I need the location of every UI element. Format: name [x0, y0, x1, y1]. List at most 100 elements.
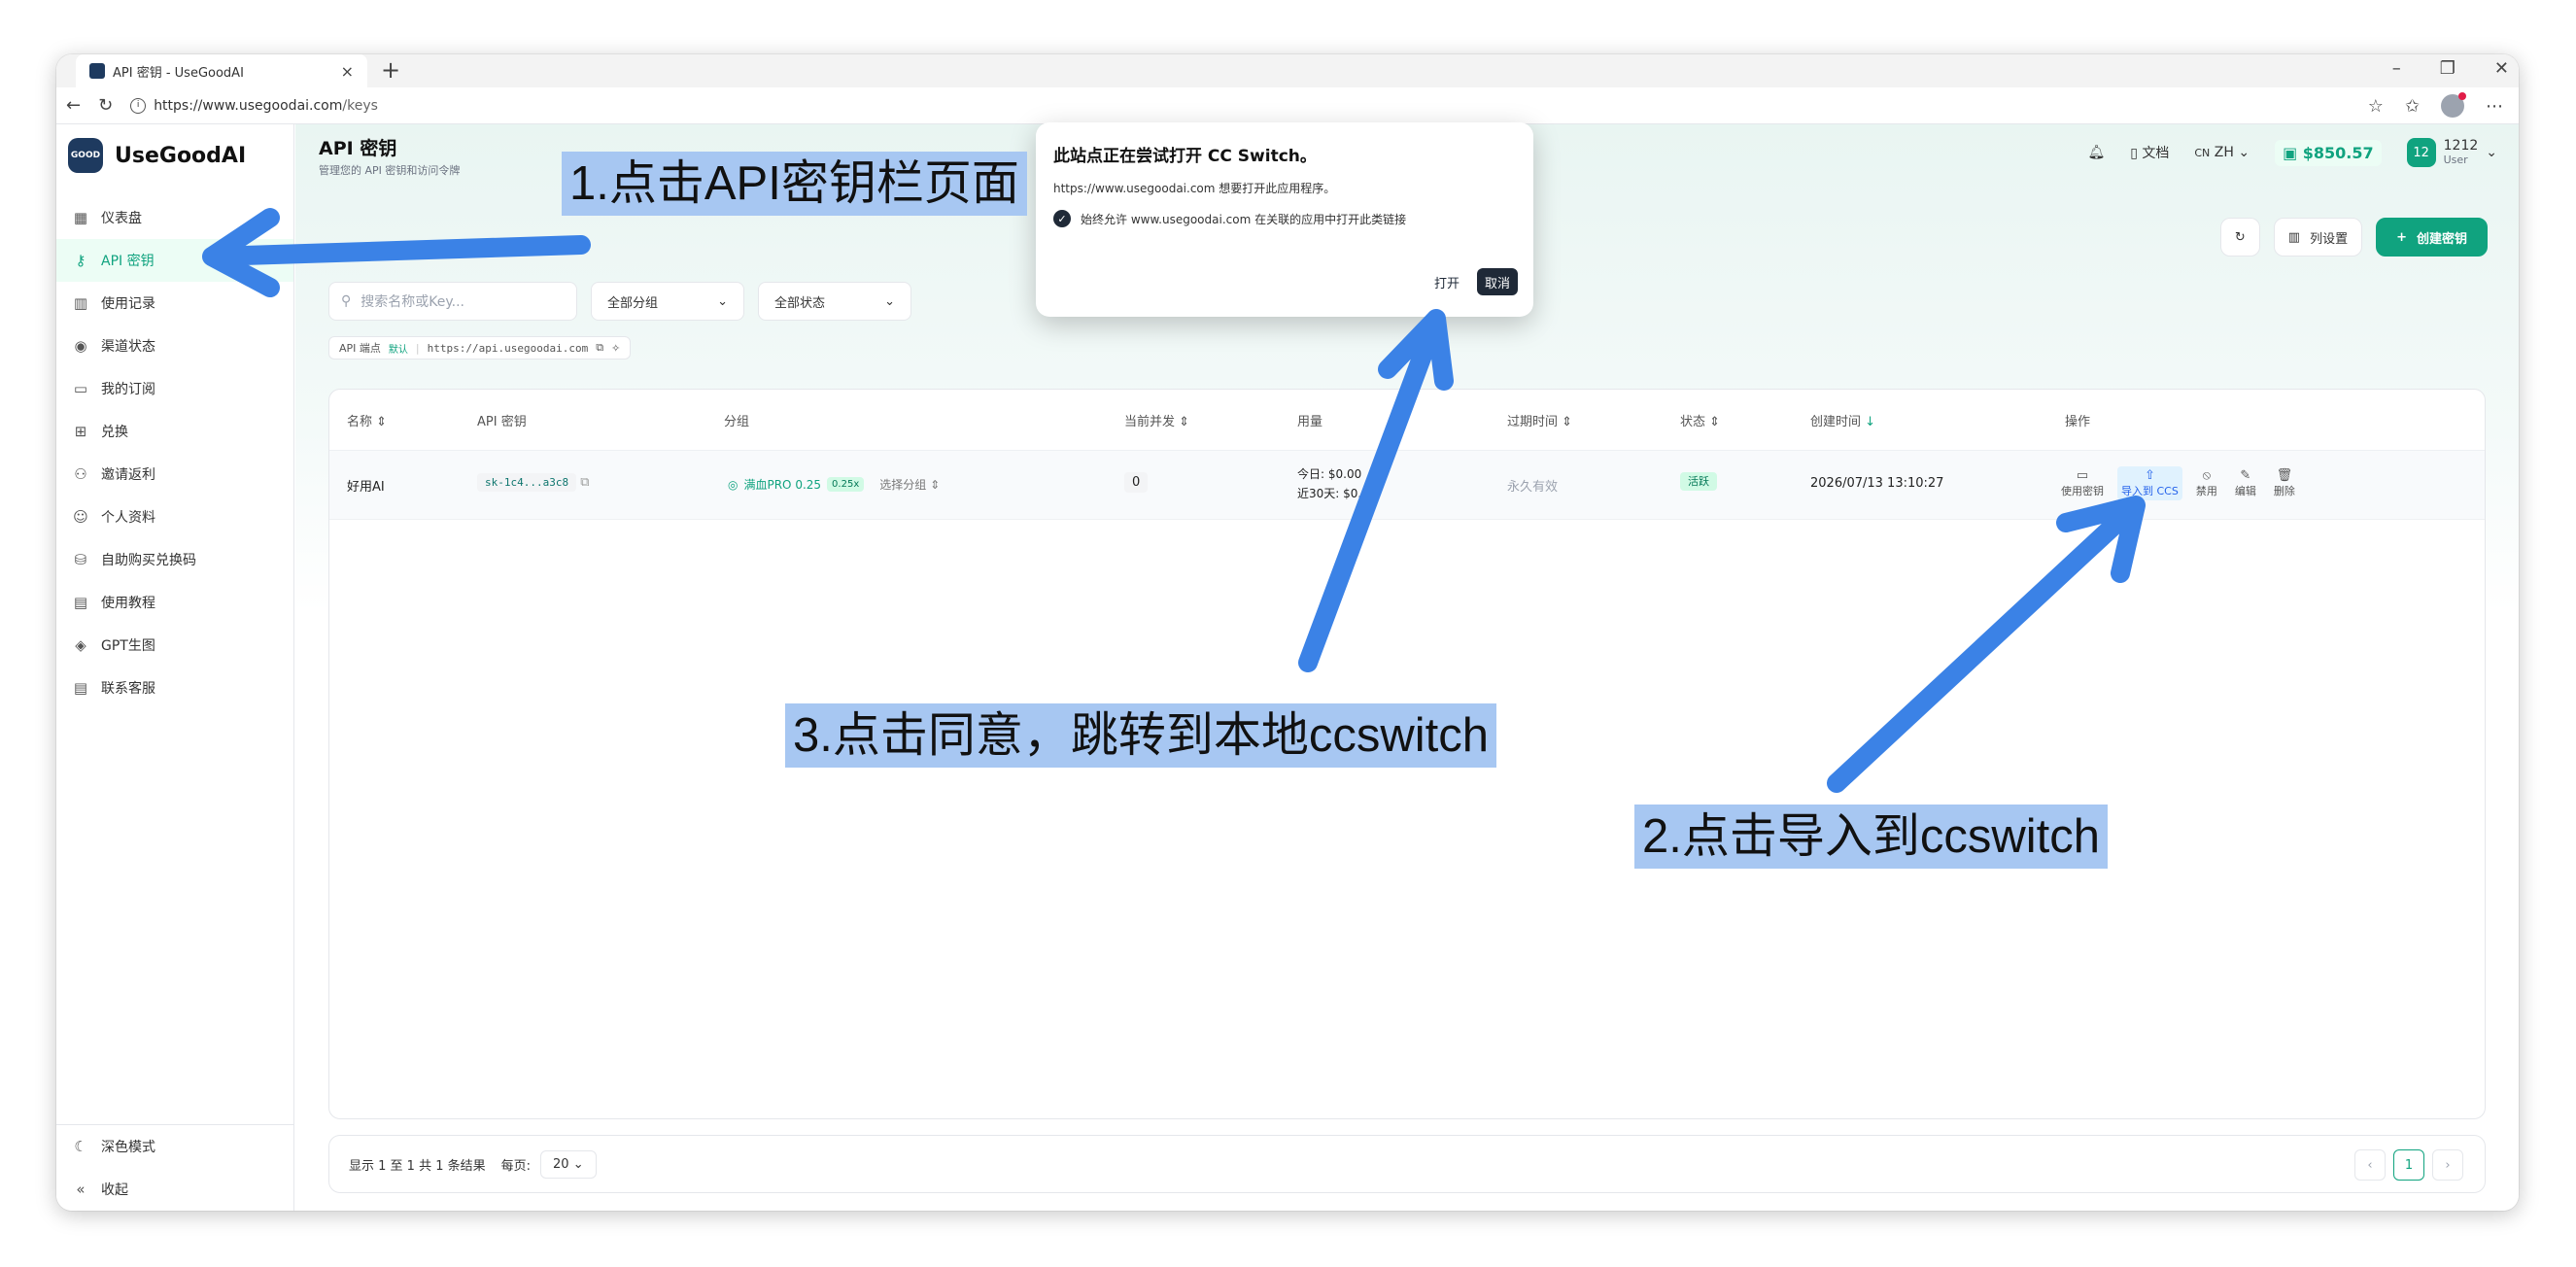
sidebar-item-subscription[interactable]: ▭ 我的订阅 — [56, 367, 293, 410]
group-filter-select[interactable]: 全部分组 ⌄ — [591, 282, 744, 321]
endpoint-label: API 端点 — [339, 342, 381, 355]
minimize-icon[interactable]: – — [2392, 58, 2401, 79]
search-placeholder: 搜索名称或Key... — [361, 294, 465, 310]
per-page-value: 20 — [553, 1156, 569, 1172]
sidebar-item-channel-status[interactable]: ◉ 渠道状态 — [56, 325, 293, 367]
language-select[interactable]: CN ZH ⌄ — [2194, 145, 2250, 160]
page-title: API 密钥 — [319, 137, 397, 159]
select-group-dropdown[interactable]: 选择分组 ⇕ — [879, 476, 940, 493]
disable-button[interactable]: ⦸ 禁用 — [2192, 466, 2221, 500]
column-header-name[interactable]: 名称 ⇕ — [347, 411, 387, 429]
edit-icon: ✎ — [2240, 468, 2251, 483]
create-key-button[interactable]: + 创建密钥 — [2376, 218, 2488, 257]
column-header-concurrency[interactable]: 当前并发 ⇕ — [1124, 411, 1189, 429]
table-row: 好用AI sk-1c4...a3c8 ⧉ ◎ 满血PRO 0.25 0.25x … — [329, 450, 2485, 520]
status-cell: 活跃 — [1680, 472, 1717, 491]
bell-icon[interactable]: 🔔︎ — [2087, 145, 2105, 160]
users-icon: ⚇ — [74, 465, 87, 483]
plus-icon: + — [2396, 229, 2407, 245]
docs-link[interactable]: ▯ 文档 — [2130, 143, 2169, 162]
page-number-button[interactable]: 1 — [2393, 1149, 2424, 1181]
cancel-button[interactable]: 取消 — [1476, 268, 1518, 295]
browser-toolbar-right: ☆ ✩ ⋯ — [2368, 92, 2503, 118]
delete-button[interactable]: 🗑︎ 删除 — [2270, 466, 2299, 500]
tab-close-icon[interactable]: × — [341, 62, 354, 81]
book-icon: ▯ — [2130, 146, 2143, 161]
terminal-icon: ▭ — [2076, 468, 2089, 483]
use-key-button[interactable]: ▭ 使用密钥 — [2057, 466, 2108, 500]
cart-icon: ⛁ — [74, 551, 87, 568]
sidebar-item-usage[interactable]: ▥ 使用记录 — [56, 282, 293, 325]
ban-icon: ⦸ — [2202, 468, 2212, 483]
dark-mode-toggle[interactable]: ☾ 深色模式 — [56, 1125, 293, 1168]
collapse-sidebar-button[interactable]: « 收起 — [56, 1168, 293, 1211]
open-button[interactable]: 打开 — [1426, 268, 1467, 295]
dialog-title: 此站点正在尝试打开 CC Switch。 — [1053, 147, 1317, 166]
always-allow-checkbox[interactable]: ✓ 始终允许 www.usegoodai.com 在关联的应用中打开此类链接 — [1053, 210, 1516, 227]
refresh-button[interactable]: ↻ — [2219, 218, 2260, 257]
header-label: 名称 — [347, 415, 373, 429]
sidebar: GOOD UseGoodAI ▦ 仪表盘 ⚷ API 密钥 ▥ 使用记录 ◉ 渠道状态 … — [56, 124, 294, 1211]
row-actions: ▭ 使用密钥 ⇧ 导入到 CCS ⦸ 禁用 ✎ 编辑 🗑︎ 删除 — [2057, 466, 2299, 500]
lang-prefix: CN — [2194, 147, 2211, 159]
url-path: /keys — [342, 97, 378, 114]
sidebar-item-gpt-image[interactable]: ◈ GPT生图 — [56, 624, 293, 667]
header-label: 过期时间 — [1507, 415, 1559, 429]
per-page-select[interactable]: 20 ⌄ — [540, 1149, 597, 1179]
column-header-created[interactable]: 创建时间 ↓ — [1810, 411, 1875, 429]
image-icon: ◈ — [75, 636, 86, 654]
filters: ⚲ 搜索名称或Key... 全部分组 ⌄ 全部状态 ⌄ — [328, 282, 911, 321]
prev-page-button[interactable]: ‹ — [2354, 1149, 2386, 1181]
chevron-down-icon: ⌄ — [717, 293, 728, 309]
favorite-star-icon[interactable]: ☆ — [2368, 96, 2384, 117]
more-icon[interactable]: ⋯ — [2486, 96, 2503, 117]
sidebar-item-profile[interactable]: ☺ 个人资料 — [56, 496, 293, 538]
status-filter-select[interactable]: 全部状态 ⌄ — [758, 282, 911, 321]
wallet-icon: ▣ — [2283, 143, 2303, 162]
sidebar-item-api-keys[interactable]: ⚷ API 密钥 — [56, 239, 293, 282]
sidebar-item-label: 渠道状态 — [101, 339, 155, 355]
column-header-status[interactable]: 状态 ⇕ — [1680, 411, 1720, 429]
favorites-icon[interactable]: ✩ — [2405, 96, 2420, 117]
status-filter-value: 全部状态 — [774, 295, 826, 311]
copy-key-icon[interactable]: ⧉ — [580, 475, 589, 490]
column-header-expiry[interactable]: 过期时间 ⇕ — [1507, 411, 1572, 429]
sidebar-item-redeem[interactable]: ⊞ 兑换 — [56, 410, 293, 453]
profile-avatar-icon[interactable] — [2441, 92, 2466, 118]
chevron-down-icon: ⌄ — [884, 293, 895, 309]
op-label: 编辑 — [2234, 485, 2256, 497]
copy-icon[interactable]: ⧉ — [596, 341, 603, 355]
topbar-right: 🔔︎ ▯ 文档 CN ZH ⌄ ▣ $850.57 12 1212 User ⌄ — [2087, 138, 2497, 167]
moon-icon: ☾ — [74, 1138, 87, 1155]
balance-badge[interactable]: ▣ $850.57 — [2275, 139, 2382, 166]
settings-icon[interactable]: ✧ — [611, 342, 620, 355]
close-window-icon[interactable]: ✕ — [2494, 58, 2509, 79]
sidebar-item-referral[interactable]: ⚇ 邀请返利 — [56, 453, 293, 496]
restore-icon[interactable]: ❐ — [2440, 58, 2456, 79]
import-ccs-button[interactable]: ⇧ 导入到 CCS — [2117, 466, 2182, 500]
sidebar-item-label: 仪表盘 — [101, 211, 142, 226]
user-menu[interactable]: 12 1212 User ⌄ — [2406, 138, 2497, 167]
search-input[interactable]: ⚲ 搜索名称或Key... — [328, 282, 577, 321]
sidebar-item-buy-codes[interactable]: ⛁ 自助购买兑换码 — [56, 538, 293, 581]
chevron-down-icon: ⌄ — [2238, 145, 2250, 160]
key-icon: ⚷ — [75, 252, 86, 269]
reload-icon[interactable]: ↻ — [98, 95, 113, 116]
back-icon[interactable]: ← — [66, 95, 81, 116]
browser-tab[interactable]: API 密钥 - UseGoodAI × — [76, 54, 367, 87]
group-icon: ◎ — [728, 477, 738, 492]
url-field[interactable]: i https://www.usegoodai.com/keys — [130, 97, 378, 114]
edit-button[interactable]: ✎ 编辑 — [2231, 466, 2260, 500]
expiry-value: 永久有效 — [1507, 480, 1559, 495]
group-filter-value: 全部分组 — [607, 295, 659, 311]
site-info-icon[interactable]: i — [130, 97, 147, 114]
column-settings-button[interactable]: ▥ 列设置 — [2273, 218, 2363, 257]
sidebar-item-tutorial[interactable]: ▤ 使用教程 — [56, 581, 293, 624]
brand[interactable]: GOOD UseGoodAI — [56, 124, 293, 187]
trash-icon: 🗑︎ — [2276, 468, 2293, 483]
sidebar-item-dashboard[interactable]: ▦ 仪表盘 — [56, 196, 293, 239]
next-page-button[interactable]: › — [2432, 1149, 2463, 1181]
new-tab-icon[interactable]: + — [381, 56, 400, 84]
sidebar-item-support[interactable]: ▤ 联系客服 — [56, 667, 293, 709]
sidebar-item-label: 邀请返利 — [101, 467, 155, 483]
